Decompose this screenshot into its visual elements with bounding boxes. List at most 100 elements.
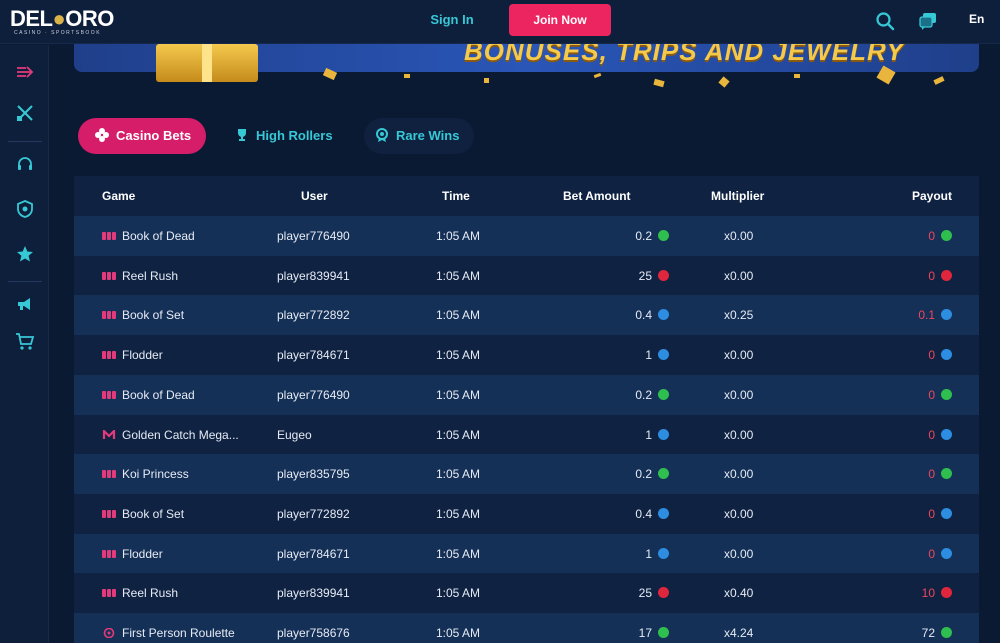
multiplier-cell: x0.00 bbox=[724, 229, 754, 243]
payout-cell: 0 bbox=[928, 388, 952, 402]
eur-coin-icon bbox=[658, 349, 669, 361]
confetti bbox=[593, 72, 602, 79]
payout-amount: 0.1 bbox=[918, 308, 935, 323]
bet-amount-cell: 0.2 bbox=[635, 467, 669, 481]
bet-amount-cell: 17 bbox=[639, 626, 669, 640]
sign-in-link[interactable]: Sign In bbox=[420, 12, 484, 27]
kr-coin-icon bbox=[658, 269, 669, 281]
payout-amount: 0 bbox=[928, 546, 935, 561]
multiplier-cell: x0.00 bbox=[724, 467, 754, 482]
user-cell: player839941 bbox=[277, 586, 350, 601]
game-cell[interactable]: Book of Dead bbox=[102, 229, 195, 243]
shield-icon[interactable] bbox=[14, 198, 36, 220]
slot-reels-icon bbox=[102, 587, 116, 598]
table-row[interactable]: Book of Set player772892 1:05 AM 0.4 x0.00 0 bbox=[74, 493, 979, 534]
game-cell[interactable]: Reel Rush bbox=[102, 269, 178, 283]
megaphone-icon[interactable] bbox=[14, 293, 36, 315]
time-cell: 1:05 AM bbox=[436, 348, 481, 363]
table-row[interactable]: Flodder player784671 1:05 AM 1 x0.00 0 bbox=[74, 335, 979, 376]
game-cell[interactable]: Book of Set bbox=[102, 507, 184, 521]
usd-coin-icon bbox=[941, 468, 952, 480]
sports-swords-icon[interactable] bbox=[14, 102, 36, 124]
col-game: Game bbox=[102, 189, 136, 203]
game-cell[interactable]: Golden Catch Mega... bbox=[102, 428, 239, 442]
multiplier-cell: x4.24 bbox=[724, 626, 754, 640]
slot-reels-icon bbox=[102, 468, 116, 479]
confetti bbox=[794, 74, 800, 78]
table-row[interactable]: Book of Dead player776490 1:05 AM 0.2 x0.00 0 bbox=[74, 374, 979, 415]
tab-rare-wins[interactable]: Rare Wins bbox=[364, 118, 474, 154]
table-row[interactable]: Reel Rush player839941 1:05 AM 25 x0.00 0 bbox=[74, 255, 979, 296]
bet-amount: 25 bbox=[638, 586, 652, 601]
expand-arrow-icon[interactable] bbox=[14, 61, 36, 83]
bet-amount: 17 bbox=[638, 626, 652, 640]
payout-cell: 0 bbox=[928, 229, 952, 243]
bet-amount: 0.2 bbox=[635, 467, 652, 482]
payout-cell: 0 bbox=[928, 507, 952, 521]
promo-banner[interactable]: BONUSES, TRIPS AND JEWELRY bbox=[74, 44, 979, 92]
medal-icon bbox=[374, 121, 390, 142]
game-name: Book of Set bbox=[122, 506, 185, 521]
col-bet-amount: Bet Amount bbox=[563, 189, 631, 203]
support-headset-icon[interactable] bbox=[14, 154, 36, 176]
table-row[interactable]: Koi Princess player835795 1:05 AM 0.2 x0.00 0 bbox=[74, 454, 979, 495]
game-name: Reel Rush bbox=[122, 586, 179, 601]
game-cell[interactable]: First Person Roulette bbox=[102, 626, 235, 640]
tab-casino-bets[interactable]: Casino Bets bbox=[78, 118, 206, 154]
game-name: Reel Rush bbox=[122, 268, 179, 283]
time-cell: 1:05 AM bbox=[436, 427, 481, 442]
usd-coin-icon bbox=[658, 468, 669, 480]
search-icon[interactable] bbox=[875, 11, 895, 31]
usd-coin-icon bbox=[658, 230, 669, 241]
user-cell: player839941 bbox=[277, 268, 350, 283]
table-row[interactable]: Reel Rush player839941 1:05 AM 25 x0.40 10 bbox=[74, 573, 979, 614]
table-row[interactable]: Flodder player784671 1:05 AM 1 x0.00 0 bbox=[74, 533, 979, 574]
eur-coin-icon bbox=[658, 547, 669, 559]
game-cell[interactable]: Koi Princess bbox=[102, 467, 189, 481]
left-sidebar bbox=[0, 45, 49, 643]
table-row[interactable]: Book of Set player772892 1:05 AM 0.4 x0.25 0.… bbox=[74, 295, 979, 336]
join-now-button[interactable]: Join Now bbox=[509, 4, 611, 36]
star-icon[interactable] bbox=[14, 243, 36, 265]
bet-amount-cell: 0.4 bbox=[635, 308, 669, 322]
user-cell: player835795 bbox=[277, 467, 350, 482]
game-cell[interactable]: Reel Rush bbox=[102, 586, 178, 600]
time-cell: 1:05 AM bbox=[436, 546, 481, 561]
col-user: User bbox=[301, 189, 328, 203]
usd-coin-icon bbox=[941, 230, 952, 241]
eur-coin-icon bbox=[658, 309, 669, 321]
time-cell: 1:05 AM bbox=[436, 467, 481, 482]
cart-icon[interactable] bbox=[14, 330, 36, 352]
chat-icon[interactable] bbox=[918, 11, 938, 31]
payout-amount: 0 bbox=[928, 467, 935, 482]
logo-tagline: CASINO · SPORTSBOOK bbox=[14, 30, 102, 36]
payout-cell: 10 bbox=[922, 586, 952, 600]
table-row[interactable]: Book of Dead player776490 1:05 AM 0.2 x0.00 0 bbox=[74, 216, 979, 256]
bet-amount-cell: 1 bbox=[645, 348, 669, 362]
payout-cell: 0.1 bbox=[918, 308, 952, 322]
slot-reels-icon bbox=[102, 270, 116, 280]
tab-label: Rare Wins bbox=[396, 128, 460, 143]
table-row[interactable]: Golden Catch Mega... Eugeo 1:05 AM 1 x0.00 0 bbox=[74, 414, 979, 455]
game-cell[interactable]: Flodder bbox=[102, 348, 163, 362]
language-selector[interactable]: En bbox=[969, 12, 984, 26]
table-row[interactable]: First Person Roulette player758676 1:05 AM… bbox=[74, 613, 979, 643]
bet-amount: 1 bbox=[645, 348, 652, 363]
tab-high-rollers[interactable]: High Rollers bbox=[224, 118, 344, 154]
kr-coin-icon bbox=[941, 269, 952, 281]
bet-amount: 0.4 bbox=[635, 308, 652, 323]
bet-amount-cell: 25 bbox=[639, 269, 669, 283]
gift-box-image bbox=[156, 44, 258, 82]
game-cell[interactable]: Book of Dead bbox=[102, 388, 195, 402]
game-cell[interactable]: Book of Set bbox=[102, 308, 184, 322]
dice-icon bbox=[94, 121, 110, 142]
multiplier-cell: x0.00 bbox=[724, 268, 754, 283]
game-cell[interactable]: Flodder bbox=[102, 547, 163, 561]
trophy-icon bbox=[234, 121, 250, 141]
user-cell: player776490 bbox=[277, 229, 350, 243]
deloro-logo[interactable]: DEL●ORO CASINO · SPORTSBOOK bbox=[10, 6, 114, 38]
confetti bbox=[933, 76, 945, 85]
time-cell: 1:05 AM bbox=[436, 626, 481, 640]
payout-amount: 0 bbox=[928, 506, 935, 521]
eur-coin-icon bbox=[941, 507, 952, 519]
